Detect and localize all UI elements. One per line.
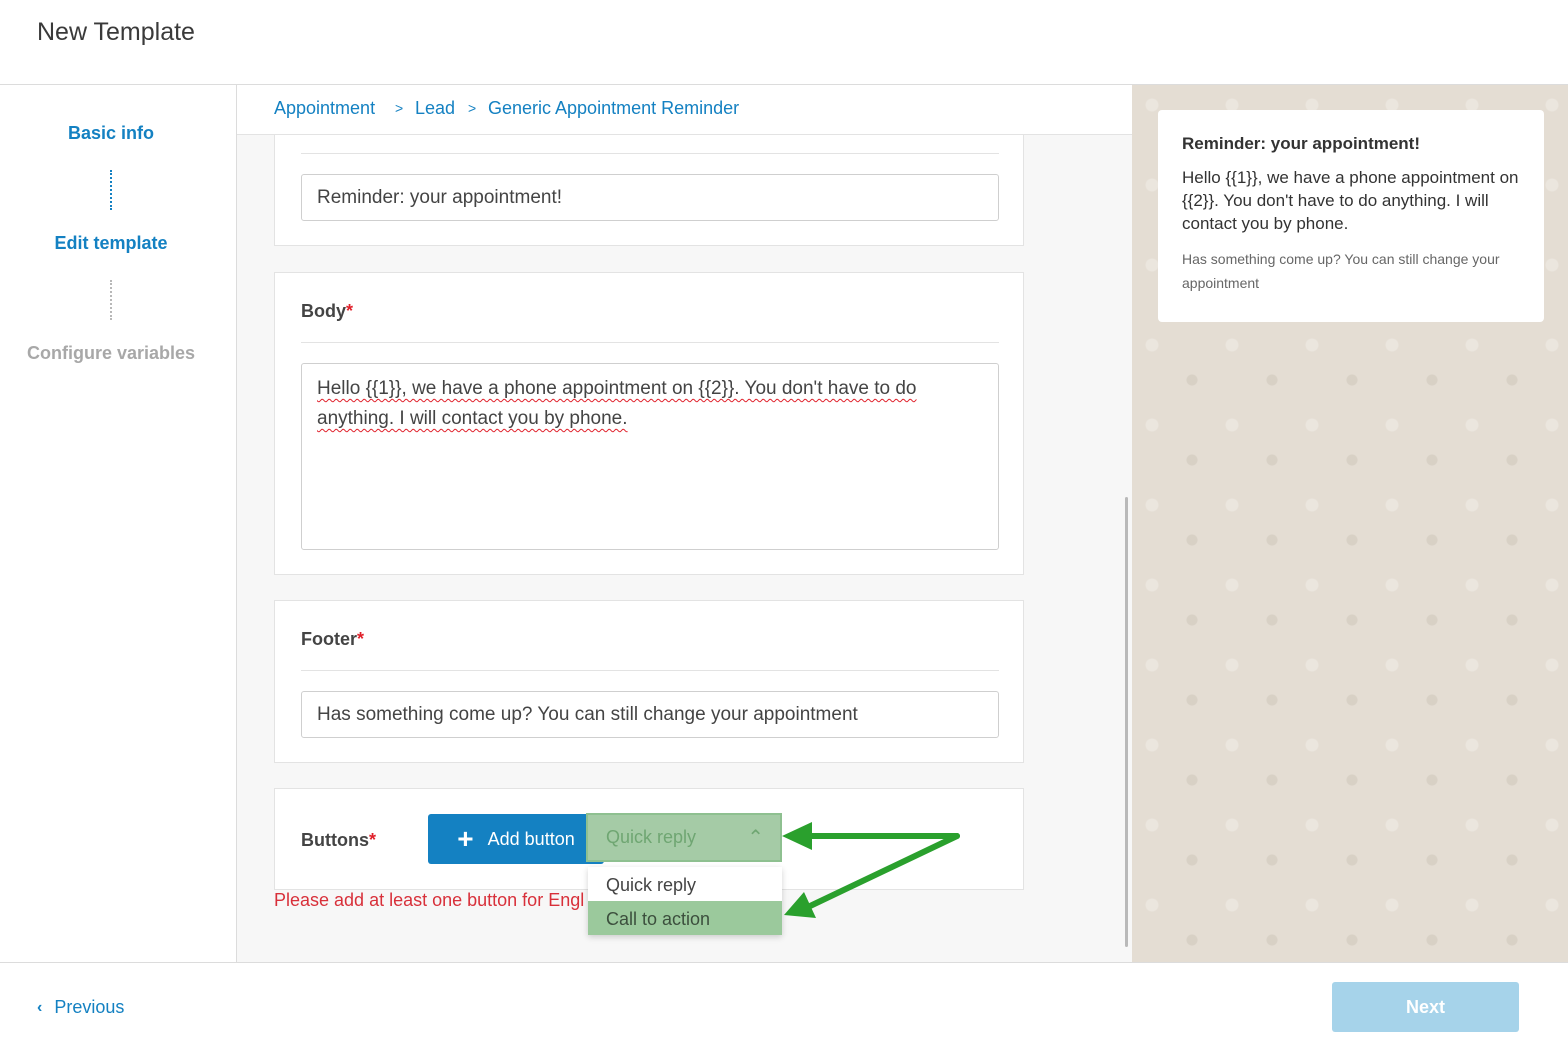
- body-text: Hello {{1}}, we have a phone appointment…: [317, 378, 917, 429]
- footer-card: Footer* Has something come up? You can s…: [274, 600, 1024, 763]
- preview-message-bubble: Reminder: your appointment! Hello {{1}},…: [1158, 110, 1544, 322]
- card-divider: [301, 153, 999, 154]
- footer-label: Footer*: [301, 629, 364, 650]
- wizard-footer: ‹ Previous Next: [0, 962, 1568, 1049]
- button-type-select[interactable]: Quick reply ⌃: [586, 813, 782, 862]
- plus-icon: +: [457, 823, 474, 854]
- chevron-up-icon: ⌃: [747, 827, 764, 849]
- option-call-to-action[interactable]: Call to action: [588, 901, 782, 935]
- button-type-dropdown: Quick reply Call to action: [588, 867, 782, 935]
- editor-main: Appointment > Lead > Generic Appointment…: [237, 85, 1132, 962]
- breadcrumb-item-appointment[interactable]: Appointment: [274, 98, 375, 119]
- button-type-select-value: Quick reply: [606, 827, 697, 847]
- required-mark: *: [368, 830, 376, 850]
- step-edit-template[interactable]: Edit template: [0, 233, 222, 254]
- template-editor-page: New Template Basic info Edit template Co…: [0, 0, 1568, 1049]
- body-textarea[interactable]: Hello {{1}}, we have a phone appointment…: [301, 363, 999, 550]
- card-divider: [301, 670, 999, 671]
- option-quick-reply[interactable]: Quick reply: [588, 867, 782, 901]
- editor-scrollbar[interactable]: [1125, 497, 1128, 947]
- breadcrumb-item-generic-appointment-reminder[interactable]: Generic Appointment Reminder: [488, 98, 739, 119]
- buttons-label: Buttons*: [301, 830, 376, 851]
- step-connector: [110, 280, 112, 320]
- breadcrumb-separator: >: [395, 100, 404, 116]
- header-text-input[interactable]: Reminder: your appointment!: [301, 174, 999, 221]
- breadcrumb-item-lead[interactable]: Lead: [415, 98, 455, 119]
- body-label-text: Body: [301, 301, 346, 321]
- footer-label-text: Footer: [301, 629, 357, 649]
- required-mark: *: [346, 301, 354, 321]
- message-preview-pane: Reminder: your appointment! Hello {{1}},…: [1132, 85, 1568, 962]
- body-label: Body*: [301, 301, 353, 322]
- preview-footer: Has something come up? You can still cha…: [1182, 251, 1500, 291]
- required-mark: *: [357, 629, 365, 649]
- body-card: Body* Hello {{1}}, we have a phone appoi…: [274, 272, 1024, 575]
- footer-text-input[interactable]: Has something come up? You can still cha…: [301, 691, 999, 738]
- step-configure-variables[interactable]: Configure variables: [0, 343, 222, 364]
- add-button[interactable]: + Add button: [428, 814, 604, 864]
- step-connector: [110, 170, 112, 210]
- chevron-left-icon: ‹: [37, 998, 43, 1016]
- page-title: New Template: [37, 18, 195, 46]
- previous-button-label: Previous: [54, 997, 125, 1017]
- page-header: New Template: [0, 0, 1568, 85]
- card-divider: [301, 342, 999, 343]
- breadcrumb: Appointment > Lead > Generic Appointment…: [237, 85, 1132, 135]
- next-button[interactable]: Next: [1332, 982, 1519, 1032]
- step-basic-info[interactable]: Basic info: [0, 123, 222, 144]
- preview-title: Reminder: your appointment!: [1182, 134, 1421, 153]
- breadcrumb-separator: >: [468, 100, 477, 116]
- buttons-error-message: Please add at least one button for Engl: [274, 890, 585, 910]
- add-button-label: Add button: [487, 828, 575, 849]
- preview-body: Hello {{1}}, we have a phone appointment…: [1182, 168, 1519, 233]
- wizard-stepper: Basic info Edit template Configure varia…: [0, 85, 237, 962]
- previous-button[interactable]: ‹ Previous: [37, 997, 124, 1018]
- buttons-label-text: Buttons: [301, 830, 369, 850]
